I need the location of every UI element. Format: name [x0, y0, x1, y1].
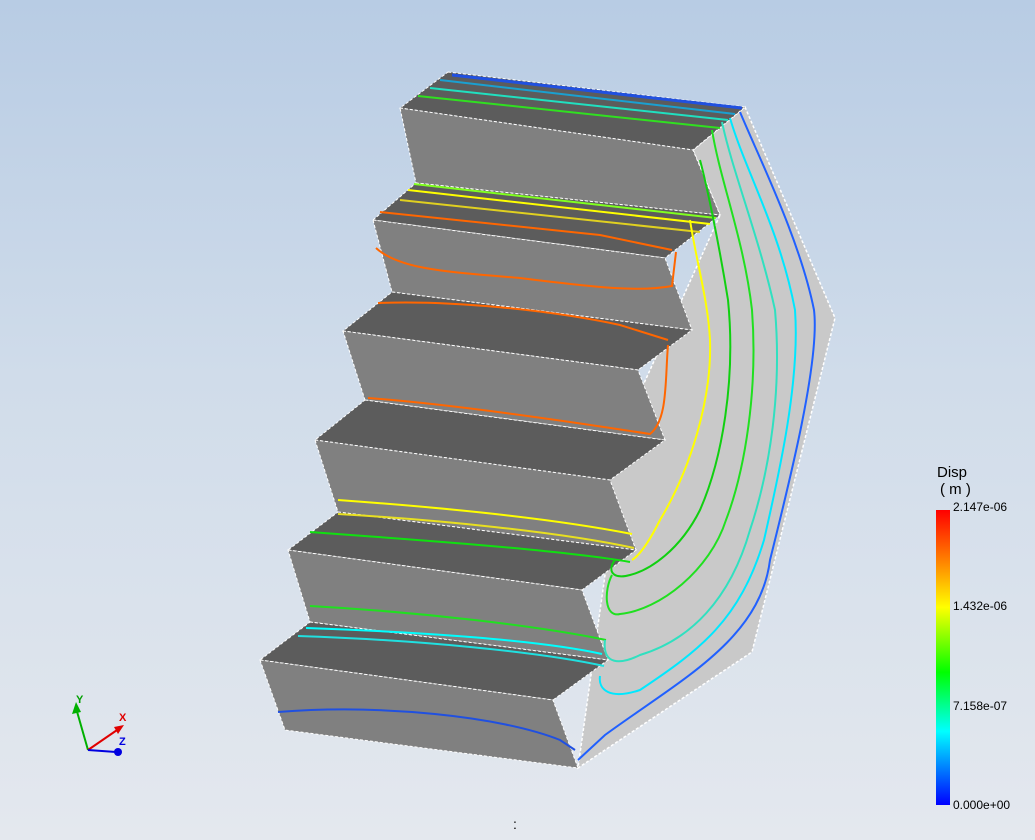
3d-viewport[interactable] [0, 0, 1035, 840]
status-text: : [513, 816, 517, 832]
x-axis-label: X [119, 712, 127, 724]
legend-tick-min: 0.000e+00 [953, 798, 1011, 812]
triad-labels: Y X Z [60, 692, 140, 762]
legend-tick-max: 2.147e-06 [953, 500, 1008, 514]
legend-title: Disp [937, 464, 968, 481]
legend-tick-lower: 7.158e-07 [953, 699, 1008, 713]
legend-unit: ( m ) [940, 481, 971, 498]
z-axis-label: Z [119, 736, 126, 748]
color-legend: Disp ( m ) 2.147e-06 1.432e-06 7.158e-07… [936, 464, 1035, 814]
y-axis-label: Y [76, 694, 84, 706]
legend-color-bar [936, 510, 950, 805]
legend-tick-upper: 1.432e-06 [953, 599, 1008, 613]
